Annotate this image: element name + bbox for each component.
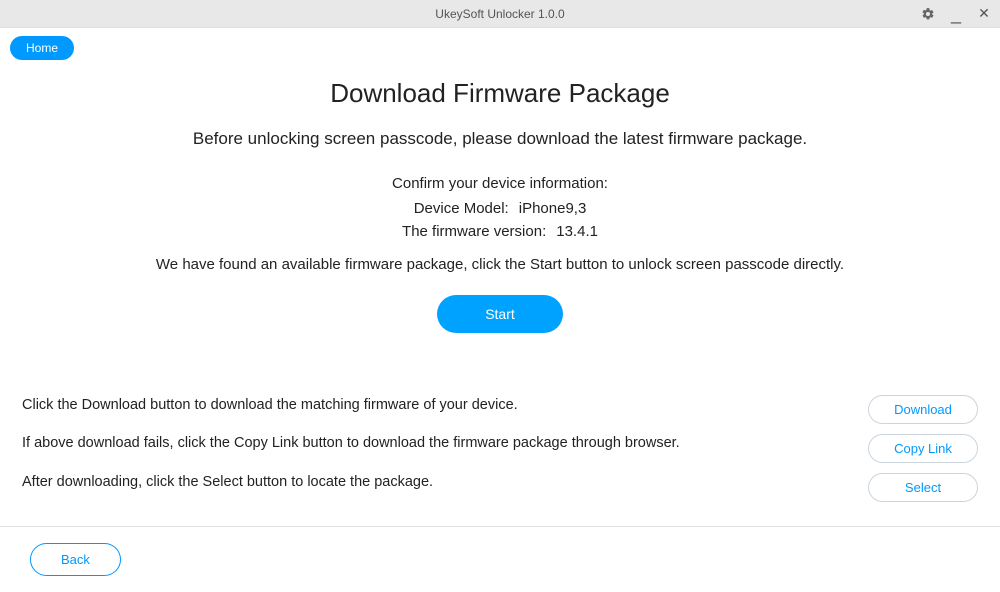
page-subtitle: Before unlocking screen passcode, please…	[20, 129, 980, 149]
status-text: We have found an available firmware pack…	[20, 256, 980, 273]
start-button[interactable]: Start	[437, 295, 563, 333]
home-button[interactable]: Home	[10, 36, 74, 60]
actions-section: Click the Download button to download th…	[0, 395, 1000, 526]
nav-row: Home	[0, 28, 1000, 60]
firmware-version-label: The firmware version:	[402, 223, 546, 240]
firmware-version-row: The firmware version: 13.4.1	[20, 223, 980, 240]
device-model-value: iPhone9,3	[519, 200, 587, 217]
settings-icon[interactable]	[920, 6, 936, 22]
copy-link-button[interactable]: Copy Link	[868, 434, 978, 463]
titlebar: UkeySoft Unlocker 1.0.0 _ ✕	[0, 0, 1000, 28]
close-icon[interactable]: ✕	[976, 6, 992, 22]
main-content: Download Firmware Package Before unlocki…	[0, 60, 1000, 333]
instruction-download: Click the Download button to download th…	[22, 395, 848, 415]
firmware-version-value: 13.4.1	[556, 223, 598, 240]
instruction-select: After downloading, click the Select butt…	[22, 472, 848, 492]
minimize-icon[interactable]: _	[948, 6, 964, 22]
confirm-label: Confirm your device information:	[20, 175, 980, 192]
device-model-label: Device Model:	[414, 200, 509, 217]
back-button[interactable]: Back	[30, 543, 121, 576]
page-title: Download Firmware Package	[20, 78, 980, 109]
instruction-copylink: If above download fails, click the Copy …	[22, 433, 848, 453]
download-button[interactable]: Download	[868, 395, 978, 424]
device-model-row: Device Model: iPhone9,3	[20, 200, 980, 217]
select-button[interactable]: Select	[868, 473, 978, 502]
window-controls: _ ✕	[920, 6, 992, 22]
actions-instructions: Click the Download button to download th…	[22, 395, 848, 510]
actions-buttons: Download Copy Link Select	[868, 395, 978, 502]
footer: Back	[0, 526, 1000, 592]
window-title: UkeySoft Unlocker 1.0.0	[435, 7, 564, 21]
